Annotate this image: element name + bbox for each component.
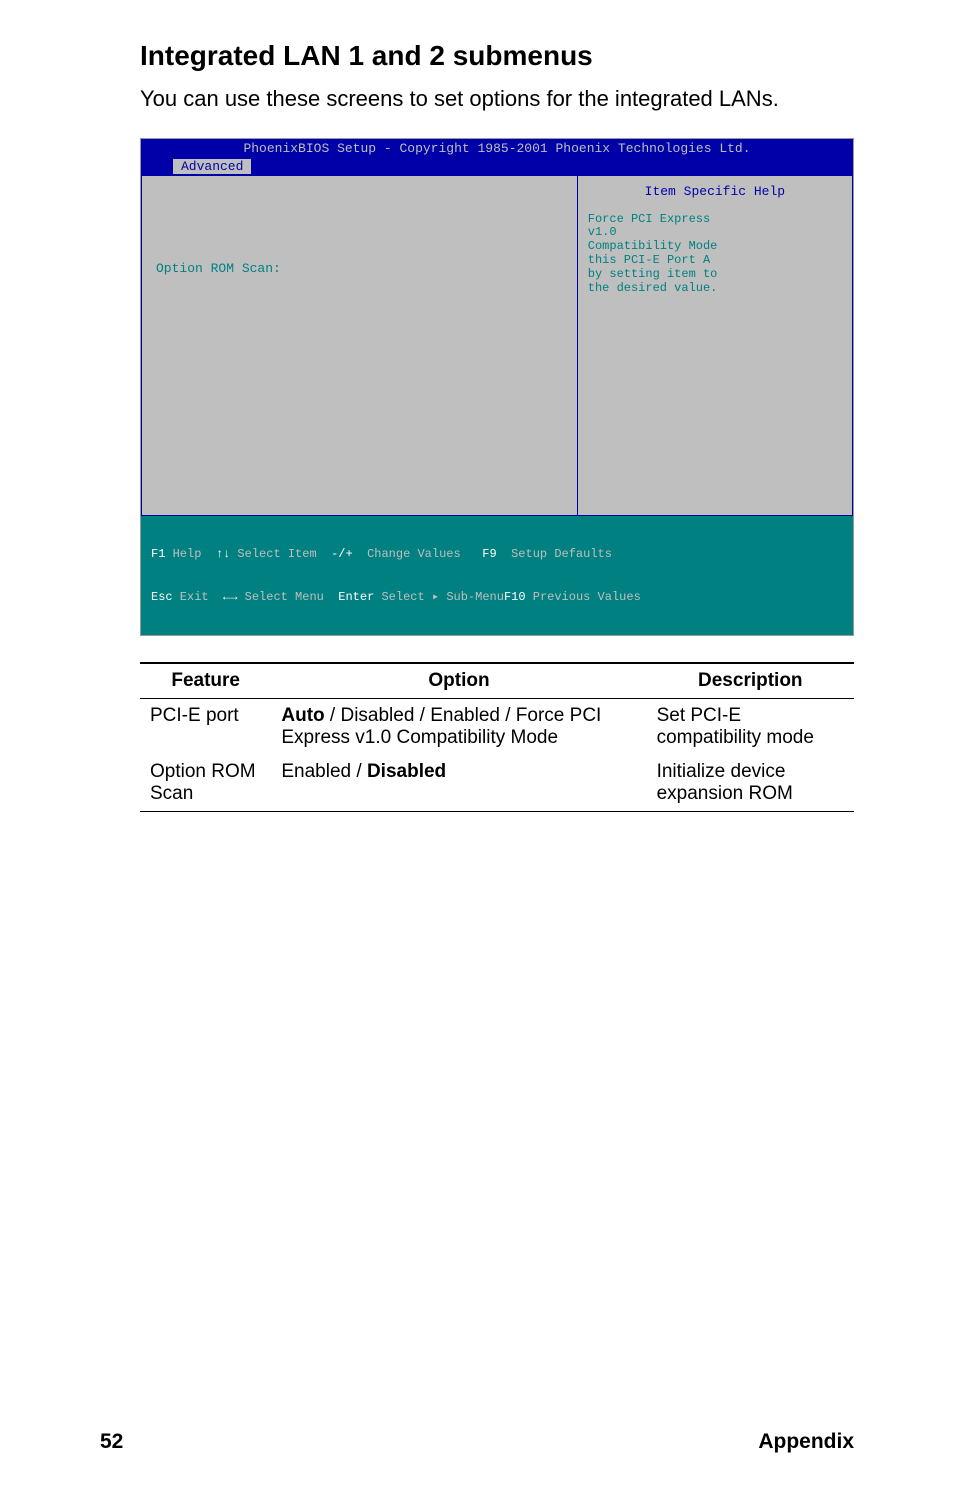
- bios-row-option-rom: Option ROM Scan: [Disabled]: [156, 261, 563, 276]
- bios-key-enter: Enter: [338, 590, 374, 604]
- opt-pre: Enabled /: [281, 761, 367, 782]
- opt-bold: Disabled: [367, 761, 446, 782]
- bios-footer: F1 Help ↑↓ Select Item -/+ Change Values…: [141, 516, 853, 635]
- col-feature: Feature: [140, 663, 271, 699]
- section-heading: Integrated LAN 1 and 2 submenus: [140, 40, 854, 72]
- opt-bold: Auto: [281, 705, 324, 726]
- intro-text: You can use these screens to set options…: [140, 84, 854, 114]
- page-footer: 52 Appendix: [100, 1430, 854, 1454]
- col-description: Description: [647, 663, 854, 699]
- bios-row-pcie-port: PCI-E port A Device 2 : [Auto]: [156, 216, 563, 231]
- cell-option: Auto / Disabled / Enabled / Force PCI Ex…: [271, 698, 646, 755]
- cell-feature: Option ROM Scan: [140, 755, 271, 812]
- bios-txt-setupdefaults: Setup Defaults: [497, 547, 612, 561]
- table-header-row: Feature Option Description: [140, 663, 854, 699]
- bios-key-esc: Esc: [151, 590, 173, 604]
- bios-txt-help: Help: [165, 547, 215, 561]
- bios-key-f10: F10: [504, 590, 526, 604]
- cell-description: Initialize device expansion ROM: [647, 755, 854, 812]
- bios-left-pane: PCI-E port A Device 2 : [Auto] Option RO…: [141, 176, 578, 516]
- bios-tab-advanced: Advanced: [173, 159, 251, 174]
- bios-key-leftright: ←→: [223, 590, 237, 604]
- bios-txt-selectmenu: Select Menu: [237, 590, 338, 604]
- bios-row2-label: Option ROM Scan:: [156, 261, 366, 276]
- bios-help-title: Item Specific Help: [588, 184, 842, 199]
- bios-footer-line2: Esc Exit ←→ Select Menu Enter Select ▸ S…: [151, 589, 843, 604]
- cell-description: Set PCI-E compatibility mode: [647, 698, 854, 755]
- bios-tab-row: Advanced: [141, 158, 853, 176]
- bios-row1-label: PCI-E port A Device 2 :: [156, 216, 366, 231]
- section-name: Appendix: [758, 1430, 854, 1454]
- bios-footer-line1: F1 Help ↑↓ Select Item -/+ Change Values…: [151, 547, 843, 561]
- bios-txt-selectitem: Select Item: [230, 547, 331, 561]
- bios-txt-previous: Previous Values: [526, 590, 641, 604]
- bios-help-body: Force PCI Express v1.0 Compatibility Mod…: [588, 213, 842, 296]
- page-number: 52: [100, 1430, 123, 1454]
- options-table: Feature Option Description PCI-E port Au…: [140, 662, 854, 812]
- col-option: Option: [271, 663, 646, 699]
- bios-key-f9: F9: [482, 547, 496, 561]
- bios-txt-submenu: Select ▸ Sub-Menu: [374, 590, 504, 604]
- table-row: Option ROM Scan Enabled / Disabled Initi…: [140, 755, 854, 812]
- bios-help-pane: Item Specific Help Force PCI Express v1.…: [578, 176, 853, 516]
- bios-txt-exit: Exit: [173, 590, 223, 604]
- bios-main: PCI-E port A Device 2 : [Auto] Option RO…: [141, 176, 853, 516]
- cell-feature: PCI-E port: [140, 698, 271, 755]
- table-row: PCI-E port Auto / Disabled / Enabled / F…: [140, 698, 854, 755]
- bios-txt-changevalues: Change Values: [353, 547, 483, 561]
- opt-rest: / Disabled / Enabled / Force PCI Express…: [281, 705, 601, 748]
- bios-key-updown: ↑↓: [216, 547, 230, 561]
- bios-key-f1: F1: [151, 547, 165, 561]
- bios-screenshot: PhoenixBIOS Setup - Copyright 1985-2001 …: [140, 138, 854, 636]
- bios-titlebar: PhoenixBIOS Setup - Copyright 1985-2001 …: [141, 139, 853, 158]
- bios-key-plusminus: -/+: [331, 547, 353, 561]
- bios-row1-value: [Auto]: [366, 216, 413, 231]
- bios-row2-value: [Disabled]: [366, 261, 444, 276]
- cell-option: Enabled / Disabled: [271, 755, 646, 812]
